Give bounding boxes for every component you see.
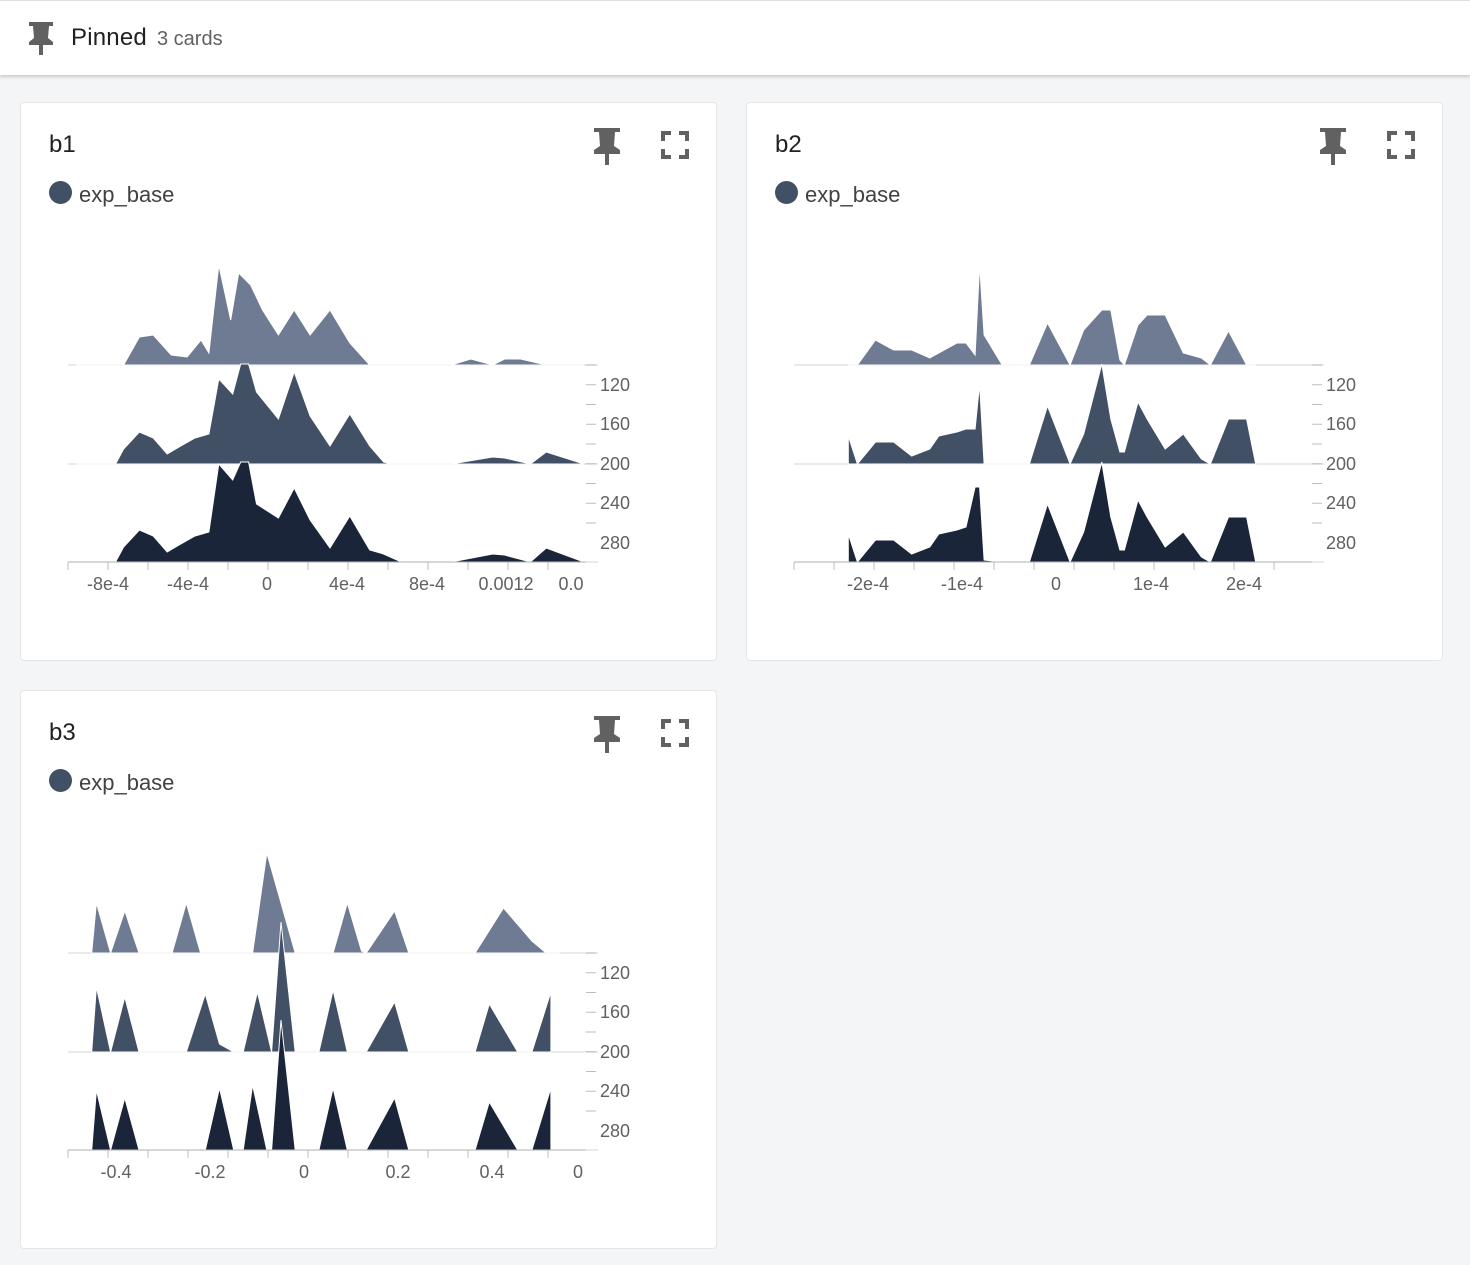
card-b2: b2 exp_base 120 160 200 240 280 -2e-4 -1e-4 0 1e… [746, 102, 1443, 661]
card-b3: b3 exp_base 120 160 200 240 280 -0.4 -0.2 0 0.2 0… [20, 690, 717, 1249]
histogram-chart: 120 160 200 240 280 -0.4 -0.2 0 0.2 0.4 0 [67, 852, 630, 1182]
x-tick-label: 4e-4 [329, 574, 365, 594]
y-tick-label: 200 [1326, 454, 1356, 474]
pinned-title: Pinned [71, 24, 147, 51]
y-tick-label: 240 [600, 1081, 630, 1101]
histogram-series-1 [75, 264, 584, 366]
x-tick-label: -8e-4 [87, 574, 129, 594]
pinned-count: 3 cards [157, 28, 223, 50]
histogram-chart: 120 160 200 240 280 -2e-4 -1e-4 0 1e-4 2e-4 [793, 264, 1356, 594]
y-tick-label: 160 [600, 1002, 630, 1022]
x-tick-label: 0.2 [385, 1162, 410, 1182]
y-tick-label: 240 [1326, 493, 1356, 513]
x-tick-label: 1e-4 [1133, 574, 1169, 594]
y-tick-label: 160 [600, 414, 630, 434]
histogram-series-3 [75, 461, 585, 563]
x-tick-label: -2e-4 [847, 574, 889, 594]
x-tick-label: 8e-4 [409, 574, 445, 594]
y-tick-label: 160 [1326, 414, 1356, 434]
y-tick-label: 200 [600, 454, 630, 474]
x-tick-label: 0 [1051, 574, 1061, 594]
x-tick-label: 0 [262, 574, 272, 594]
y-tick-label: 240 [600, 493, 630, 513]
histogram-series-2 [75, 363, 585, 465]
y-tick-label: 120 [600, 963, 630, 983]
x-tick-label: -1e-4 [941, 574, 983, 594]
x-tick-label: 0 [299, 1162, 309, 1182]
histogram-series-1 [91, 852, 561, 955]
y-tick-label: 120 [1326, 375, 1356, 395]
y-tick-label: 120 [600, 375, 630, 395]
y-tick-label: 200 [600, 1042, 630, 1062]
pinned-header: Pinned 3 cards [0, 0, 1470, 75]
pin-icon [29, 22, 53, 55]
histogram-series-3 [847, 461, 1257, 564]
x-tick-label: 0.0 [558, 574, 583, 594]
x-tick-label: 2e-4 [1226, 574, 1262, 594]
x-tick-label: 0 [573, 1162, 583, 1182]
histogram-series-1 [848, 264, 1256, 367]
y-tick-label: 280 [600, 1121, 630, 1141]
x-tick-label: -0.4 [100, 1162, 131, 1182]
x-tick-label: 0.0012 [478, 574, 533, 594]
histogram-series-2 [847, 363, 1257, 466]
histogram-chart: 120 160 200 240 280 -8e-4 -4e-4 0 4e-4 8e-4 0.0012… [67, 264, 630, 594]
x-tick-label: 0.4 [479, 1162, 504, 1182]
x-tick-label: -0.2 [194, 1162, 225, 1182]
y-tick-label: 280 [1326, 533, 1356, 553]
x-tick-label: -4e-4 [167, 574, 209, 594]
card-b1: b1 exp_base 120 160 200 240 280 -8e-4 -4e-4 0 4e… [20, 102, 717, 661]
y-tick-label: 280 [600, 533, 630, 553]
